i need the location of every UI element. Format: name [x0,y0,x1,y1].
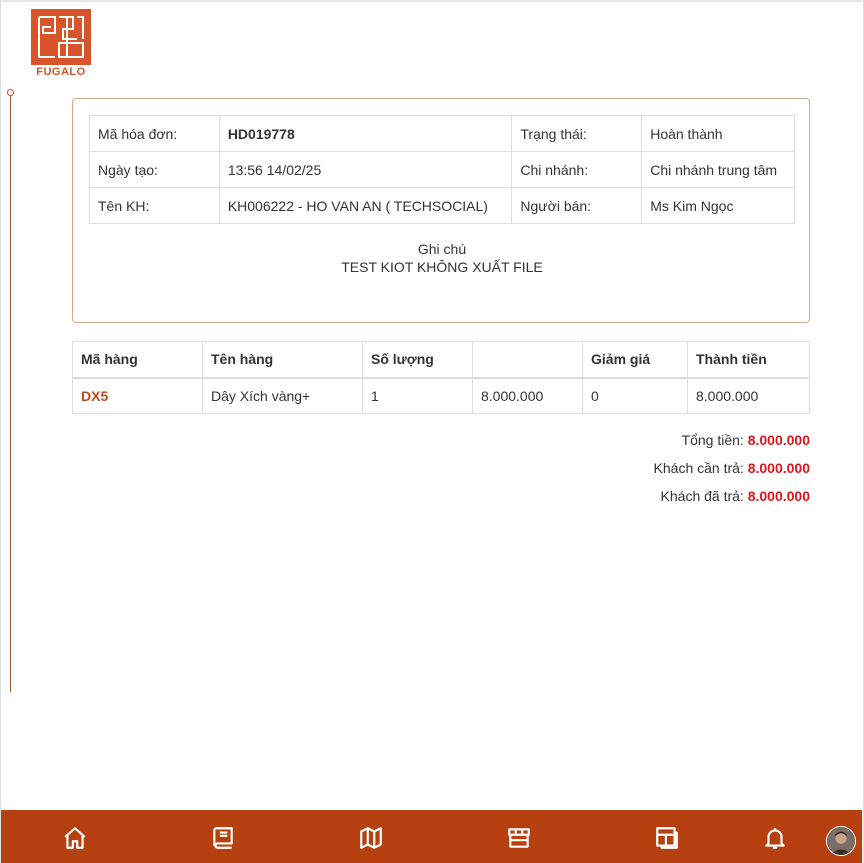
timeline-dot [7,89,14,96]
customer-label: Tên KH: [89,187,220,224]
paid-label: Khách đã trả: [660,488,744,504]
status-label: Trạng thái: [511,115,643,152]
invoice-code-label: Mã hóa đơn: [89,115,220,152]
paid-row: Khách đã trả: 8.000.000 [654,488,810,516]
paid-value: 8.000.000 [747,488,810,504]
due-row: Khách cần trả: 8.000.000 [654,460,810,488]
branch-value: Chi nhánh trung tâm [641,151,795,188]
due-value: 8.000.000 [747,460,810,476]
products-table: Mã hàng Tên hàng Số lượng Giảm giá Thành… [72,341,810,414]
info-row: Tên KH: KH006222 - HO VAN AN ( TECHSOCIA… [89,187,795,224]
col-header-quantity: Số lượng [362,341,473,379]
product-price: 8.000.000 [472,377,583,414]
col-header-amount: Thành tiền [687,341,810,379]
invoice-info-table: Mã hóa đơn: HD019778 Trạng thái: Hoàn th… [89,115,795,224]
total-value: 8.000.000 [747,432,810,448]
invoice-info-card: Mã hóa đơn: HD019778 Trạng thái: Hoàn th… [72,98,810,323]
bell-icon[interactable] [761,824,789,852]
invoice-note: Ghi chú TEST KIOT KHÔNG XUẤT FILE [73,240,811,276]
product-name: Dây Xích vàng+ [202,377,363,414]
book-icon[interactable] [209,824,237,852]
brand-logo[interactable]: FUGALO [30,8,92,78]
total-row: Tổng tiền: 8.000.000 [654,432,810,460]
seller-value: Ms Kim Ngọc [641,187,795,224]
col-header-name: Tên hàng [202,341,363,379]
table-row: DX5 Dây Xích vàng+ 1 8.000.000 0 8.000.0… [72,377,810,414]
avatar-image [827,827,855,855]
col-header-code: Mã hàng [72,341,203,379]
customer-value: KH006222 - HO VAN AN ( TECHSOCIAL) [218,187,513,224]
note-label: Ghi chú [417,241,467,257]
status-value: Hoàn thành [641,115,795,152]
created-date-label: Ngày tạo: [89,151,220,188]
col-header-price [472,341,583,379]
created-date-value: 13:56 14/02/25 [218,151,513,188]
products-header-row: Mã hàng Tên hàng Số lượng Giảm giá Thành… [72,341,810,379]
home-icon[interactable] [61,824,89,852]
total-label: Tổng tiền: [681,432,744,448]
product-code[interactable]: DX5 [72,377,203,414]
totals-summary: Tổng tiền: 8.000.000 Khách cần trả: 8.00… [654,432,810,516]
info-row: Mã hóa đơn: HD019778 Trạng thái: Hoàn th… [89,115,795,152]
logo-text: FUGALO [36,66,86,78]
col-header-discount: Giảm giá [582,341,688,379]
timeline-line [10,92,11,692]
note-text: TEST KIOT KHÔNG XUẤT FILE [341,259,543,275]
invoice-code-value: HD019778 [218,115,513,152]
info-row: Ngày tạo: 13:56 14/02/25 Chi nhánh: Chi … [89,151,795,188]
store-icon[interactable] [505,824,533,852]
layout-icon[interactable] [653,824,681,852]
seller-label: Người bán: [511,187,643,224]
branch-label: Chi nhánh: [511,151,643,188]
product-quantity: 1 [362,377,473,414]
due-label: Khách cần trả: [653,460,744,476]
map-icon[interactable] [357,824,385,852]
product-amount: 8.000.000 [687,377,810,414]
logo-mark [31,9,91,65]
avatar[interactable] [826,826,856,856]
bottom-nav [1,810,862,863]
product-discount: 0 [582,377,688,414]
